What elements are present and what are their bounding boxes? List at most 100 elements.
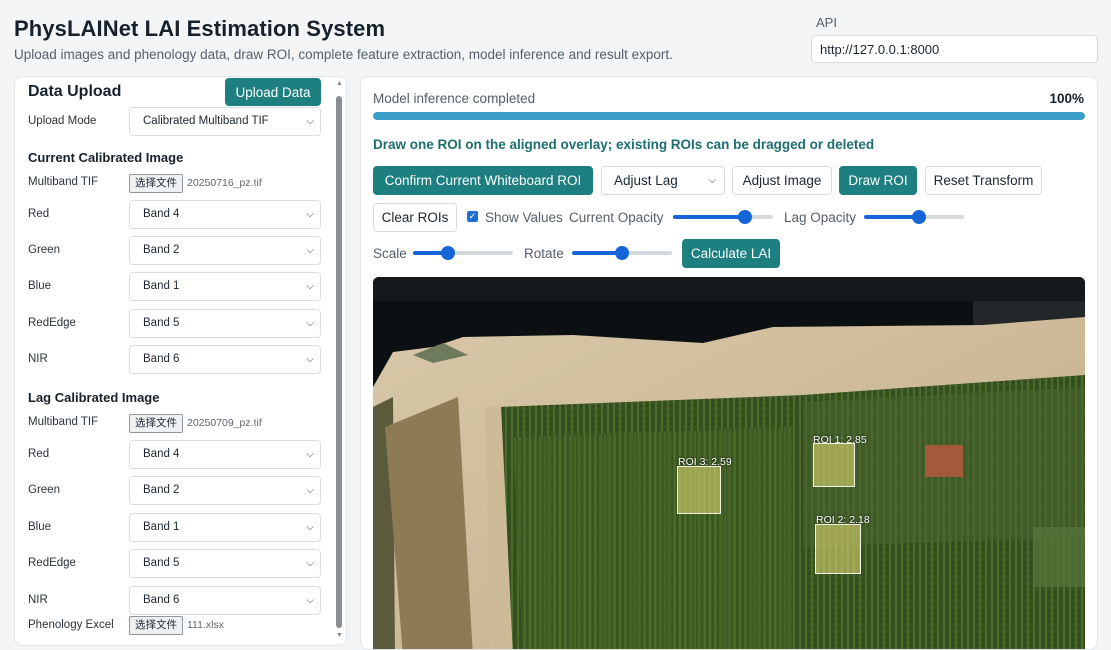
upload-data-button[interactable]: Upload Data	[225, 78, 321, 106]
lag-tif-label: Multiband TIF	[28, 416, 99, 428]
status-text: Model inference completed	[373, 91, 536, 106]
scroll-down-icon[interactable]: ▼	[336, 632, 343, 639]
clear-rois-button[interactable]: Clear ROIs	[373, 203, 457, 232]
phenology-file-button[interactable]: 选择文件	[129, 615, 183, 635]
slider-knob[interactable]	[912, 210, 926, 224]
progress-bar	[373, 112, 1085, 120]
chevron-down-icon: ⌵	[306, 595, 314, 606]
lag-red-select[interactable]: Band 4 ⌵	[129, 440, 321, 469]
current-rededge-select[interactable]: Band 5 ⌵	[129, 309, 321, 338]
confirm-roi-button[interactable]: Confirm Current Whiteboard ROI	[373, 166, 593, 195]
roi-hint: Draw one ROI on the aligned overlay; exi…	[373, 137, 875, 152]
upload-mode-label: Upload Mode	[28, 115, 97, 127]
scale-label: Scale	[373, 246, 407, 261]
phenology-label: Phenology Excel	[28, 619, 114, 631]
slider-knob[interactable]	[615, 246, 629, 260]
roi-1-box[interactable]	[813, 443, 855, 487]
lag-nir-value: Band 6	[143, 594, 180, 606]
lag-nir-label: NIR	[28, 594, 48, 606]
current-green-label: Green	[28, 244, 60, 256]
draw-roi-button[interactable]: Draw ROI	[839, 166, 917, 195]
chevron-down-icon: ⌵	[306, 245, 314, 256]
chevron-down-icon: ⌵	[306, 449, 314, 460]
adjust-image-button[interactable]: Adjust Image	[732, 166, 832, 195]
scroll-thumb[interactable]	[336, 96, 342, 628]
scale-slider[interactable]	[413, 246, 513, 260]
slider-knob[interactable]	[738, 210, 752, 224]
phenology-file-name: 111.xlsx	[187, 619, 224, 631]
current-blue-select[interactable]: Band 1 ⌵	[129, 272, 321, 301]
chevron-down-icon: ⌵	[306, 116, 314, 127]
data-upload-panel: Data Upload Upload Data Upload Mode Cali…	[14, 76, 347, 646]
lag-file-name: 20250709_pz.tif	[187, 417, 262, 429]
lag-rededge-value: Band 5	[143, 557, 180, 569]
current-nir-label: NIR	[28, 353, 48, 365]
lag-image-title: Lag Calibrated Image	[28, 390, 160, 405]
lag-blue-value: Band 1	[143, 521, 180, 533]
current-rededge-label: RedEdge	[28, 317, 76, 329]
current-opacity-label: Current Opacity	[569, 210, 664, 225]
lag-blue-select[interactable]: Band 1 ⌵	[129, 513, 321, 542]
current-nir-select[interactable]: Band 6 ⌵	[129, 345, 321, 374]
current-rededge-value: Band 5	[143, 317, 180, 329]
left-panel-scrollbar[interactable]: ▲ ▼	[334, 76, 344, 646]
rotate-label: Rotate	[524, 246, 564, 261]
current-tif-label: Multiband TIF	[28, 176, 99, 188]
lag-opacity-slider[interactable]	[864, 210, 964, 224]
current-red-select[interactable]: Band 4 ⌵	[129, 200, 321, 229]
lag-file-button[interactable]: 选择文件	[129, 413, 183, 433]
page-title: PhysLAINet LAI Estimation System	[14, 16, 386, 41]
current-blue-label: Blue	[28, 280, 52, 292]
data-upload-title: Data Upload	[28, 83, 122, 100]
upload-mode-value: Calibrated Multiband TIF	[143, 115, 269, 127]
calculate-lai-button[interactable]: Calculate LAI	[682, 239, 780, 268]
current-opacity-slider[interactable]	[673, 210, 773, 224]
lag-opacity-label: Lag Opacity	[784, 210, 857, 225]
current-red-label: Red	[28, 208, 50, 220]
workspace-panel: Model inference completed 100% Draw one …	[360, 76, 1098, 650]
lag-file-picker: 选择文件 20250709_pz.tif	[129, 413, 262, 433]
current-blue-value: Band 1	[143, 280, 180, 292]
api-label: API	[816, 15, 837, 30]
page-subtitle: Upload images and phenology data, draw R…	[14, 47, 673, 62]
chevron-down-icon: ⌵	[306, 485, 314, 496]
slider-knob[interactable]	[441, 246, 455, 260]
phenology-file-picker: 选择文件 111.xlsx	[129, 615, 224, 635]
roi-canvas[interactable]: ROI 3: 2.59 ROI 1: 2.85 ROI 2: 2.18	[373, 277, 1085, 649]
slider-fill	[673, 215, 745, 219]
adjust-lag-select[interactable]: Adjust Lag ⌵	[601, 166, 725, 195]
current-green-select[interactable]: Band 2 ⌵	[129, 236, 321, 265]
chevron-down-icon: ⌵	[306, 318, 314, 329]
current-red-value: Band 4	[143, 208, 180, 220]
api-url-input[interactable]	[811, 35, 1098, 63]
current-green-value: Band 2	[143, 244, 180, 256]
progress-percent: 100%	[1049, 91, 1084, 106]
lag-rededge-label: RedEdge	[28, 557, 76, 569]
chevron-down-icon: ⌵	[306, 558, 314, 569]
lag-green-value: Band 2	[143, 484, 180, 496]
chevron-down-icon: ⌵	[306, 354, 314, 365]
lag-blue-label: Blue	[28, 521, 52, 533]
current-file-button[interactable]: 选择文件	[129, 173, 183, 193]
show-values-label: Show Values	[485, 210, 563, 225]
current-image-title: Current Calibrated Image	[28, 150, 184, 165]
current-file-picker: 选择文件 20250716_pz.tif	[129, 173, 262, 193]
lag-green-label: Green	[28, 484, 60, 496]
slider-fill	[864, 215, 919, 219]
adjust-lag-value: Adjust Lag	[614, 173, 678, 188]
chevron-down-icon: ⌵	[306, 522, 314, 533]
progress-fill	[373, 112, 1085, 120]
roi-2-box[interactable]	[815, 524, 861, 574]
current-file-name: 20250716_pz.tif	[187, 177, 262, 189]
lag-red-value: Band 4	[143, 448, 180, 460]
chevron-down-icon: ⌵	[708, 175, 716, 186]
lag-green-select[interactable]: Band 2 ⌵	[129, 476, 321, 505]
lag-nir-select[interactable]: Band 6 ⌵	[129, 586, 321, 615]
reset-transform-button[interactable]: Reset Transform	[925, 166, 1042, 195]
scroll-up-icon[interactable]: ▲	[336, 80, 343, 87]
roi-3-box[interactable]	[677, 466, 721, 514]
lag-rededge-select[interactable]: Band 5 ⌵	[129, 549, 321, 578]
upload-mode-select[interactable]: Calibrated Multiband TIF ⌵	[129, 107, 321, 136]
show-values-checkbox[interactable]: ✓	[467, 211, 478, 222]
rotate-slider[interactable]	[572, 246, 672, 260]
